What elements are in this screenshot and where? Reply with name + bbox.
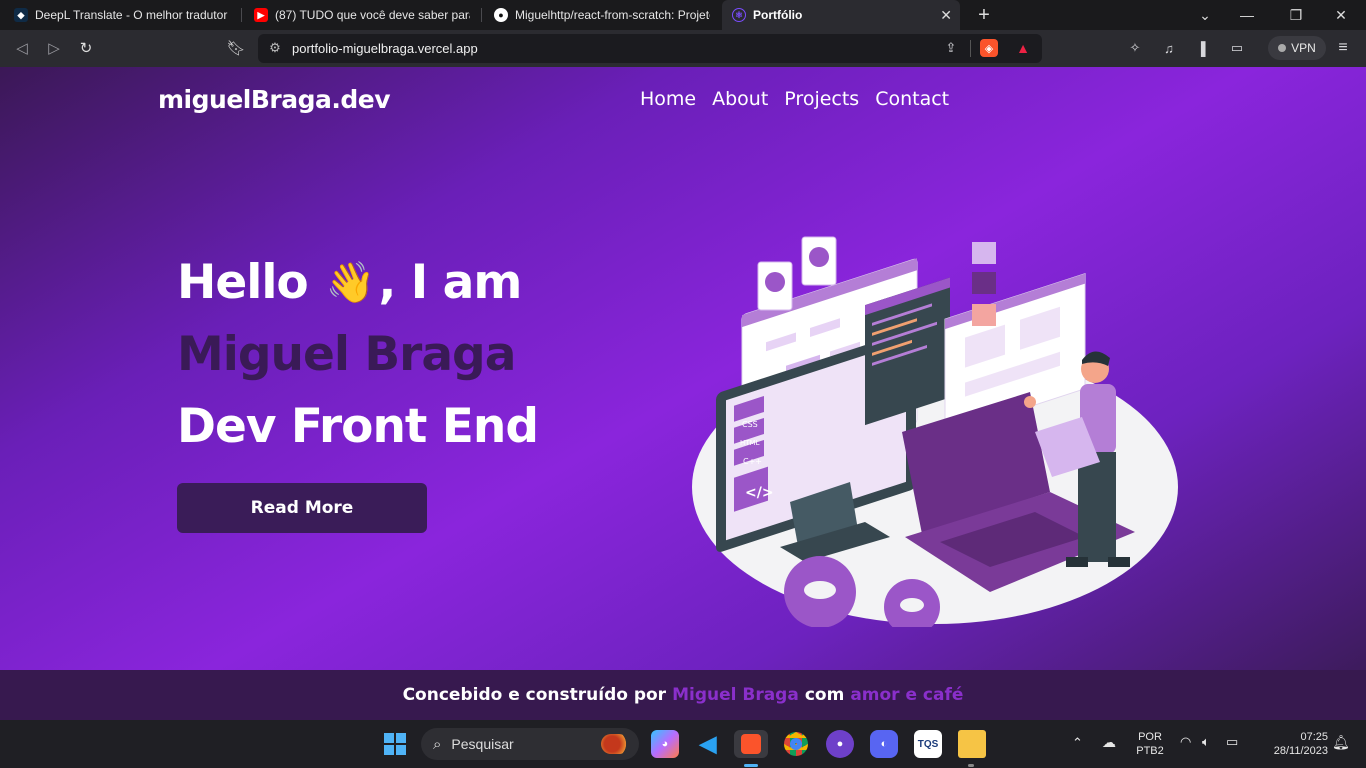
clock-time: 07:25	[1300, 731, 1328, 743]
tab-title: DeepL Translate - O melhor tradutor d	[35, 8, 230, 22]
divider	[970, 40, 971, 57]
address-bar[interactable]: ⚙ portfolio-miguelbraga.vercel.app ⇪ ◈ ▲	[258, 34, 1042, 63]
developer-illustration: CSS HTML C++ </>	[692, 236, 1178, 627]
search-icon: ⌕	[433, 735, 442, 753]
back-button[interactable]: ◁	[12, 38, 32, 58]
tqs-icon[interactable]: TQS	[914, 730, 942, 758]
html-label: HTML	[740, 439, 760, 447]
running-app-indicator	[968, 764, 974, 767]
wifi-icon[interactable]: ◠	[1180, 735, 1191, 749]
notification-bell-icon[interactable]: 🔔︎	[1332, 735, 1350, 749]
taskbar-search[interactable]: ⌕ Pesquisar	[421, 728, 639, 760]
clock[interactable]: 07:25 28/11/2023	[1254, 730, 1328, 758]
windows-start-icon[interactable]	[384, 733, 406, 755]
minimize-button[interactable]: —	[1238, 6, 1256, 24]
tab-portfolio[interactable]: ⚛ Portfólio ✕	[722, 0, 960, 30]
tqs-label: TQS	[917, 738, 939, 750]
i-am-text: , I am	[378, 255, 523, 310]
react-icon: ⚛	[732, 8, 746, 22]
site-logo[interactable]: miguelBraga.dev	[158, 85, 391, 114]
tab-separator	[241, 8, 242, 22]
browser-tab-bar: ◆ DeepL Translate - O melhor tradutor d …	[0, 0, 1366, 30]
extensions-icon[interactable]: ✧	[1126, 39, 1144, 57]
nav-home[interactable]: Home	[640, 88, 696, 110]
bookmark-icon[interactable]: 🔖︎	[226, 38, 246, 58]
vpn-button[interactable]: VPN	[1268, 36, 1326, 60]
footer-text-2: com	[804, 685, 845, 705]
language-code: POR	[1138, 731, 1162, 743]
site-settings-icon[interactable]: ⚙	[266, 39, 284, 57]
tab-list-chevron-icon[interactable]: ⌄	[1196, 6, 1214, 24]
clock-date: 28/11/2023	[1273, 745, 1328, 757]
tray-chevron-icon[interactable]: ⌃	[1072, 736, 1083, 750]
github-desktop-icon[interactable]: ●	[826, 730, 854, 758]
read-more-button[interactable]: Read More	[177, 483, 427, 533]
chrome-icon[interactable]	[782, 730, 810, 758]
nav-about[interactable]: About	[712, 88, 768, 110]
browser-toolbar: ◁ ▷ ↻ 🔖︎ ⚙ portfolio-miguelbraga.vercel.…	[0, 30, 1366, 67]
vscode-icon[interactable]: ◀	[694, 730, 722, 758]
tab-separator	[481, 8, 482, 22]
language-indicator[interactable]: POR PTB2	[1134, 730, 1166, 758]
code-label: </>	[745, 485, 774, 501]
tab-deepl[interactable]: ◆ DeepL Translate - O melhor tradutor d	[4, 0, 240, 30]
onedrive-icon[interactable]: ☁	[1102, 735, 1116, 749]
volume-icon[interactable]: 🔈︎	[1202, 735, 1210, 749]
nav-contact[interactable]: Contact	[875, 88, 949, 110]
search-highlight-icon	[601, 734, 629, 754]
battery-icon[interactable]: ▭	[1226, 735, 1238, 749]
hero-role: Dev Front End	[177, 399, 539, 454]
tab-title: Miguelhttp/react-from-scratch: Projeto	[515, 8, 710, 22]
tab-title: Portfólio	[753, 8, 803, 22]
waving-hand-icon: 👋	[325, 260, 376, 306]
github-icon: ●	[494, 8, 508, 22]
new-tab-button[interactable]: +	[974, 4, 994, 26]
reload-button[interactable]: ↻	[76, 38, 96, 58]
footer-text-1: Concebido e construído por	[402, 685, 667, 705]
discord-icon[interactable]: ◐	[870, 730, 898, 758]
search-placeholder: Pesquisar	[451, 736, 514, 752]
file-explorer-icon[interactable]	[958, 730, 986, 758]
css-label: CSS	[742, 420, 758, 429]
brave-icon[interactable]	[734, 730, 768, 758]
url-text[interactable]: portfolio-miguelbraga.vercel.app	[292, 41, 478, 56]
vpn-status-icon	[1278, 44, 1287, 52]
nav-projects[interactable]: Projects	[784, 88, 859, 110]
cpp-label: C++	[743, 457, 762, 466]
media-icon[interactable]: ♫	[1160, 39, 1178, 57]
tab-github[interactable]: ● Miguelhttp/react-from-scratch: Projeto	[484, 0, 720, 30]
youtube-icon: ▶	[254, 8, 268, 22]
deepl-icon: ◆	[14, 8, 28, 22]
vpn-label: VPN	[1291, 41, 1316, 55]
active-app-indicator	[744, 764, 758, 767]
sidebar-icon[interactable]: ▐	[1192, 39, 1210, 57]
brave-rewards-icon[interactable]: ▲	[1014, 39, 1032, 57]
footer-author-name[interactable]: Miguel Braga	[672, 685, 799, 705]
footer-love: amor e café	[850, 685, 964, 705]
share-icon[interactable]: ⇪	[942, 39, 960, 57]
portfolio-page: miguelBraga.dev Home About Projects Cont…	[0, 67, 1366, 670]
page-footer: Concebido e construído por Miguel Braga …	[0, 670, 1366, 720]
menu-icon[interactable]: ≡	[1334, 39, 1352, 57]
hero-greeting: Hello 👋 , I am	[177, 255, 523, 310]
forward-button[interactable]: ▷	[44, 38, 64, 58]
wallet-icon[interactable]: ▭	[1228, 39, 1246, 57]
hero-name: Miguel Braga	[177, 327, 516, 382]
tab-title: (87) TUDO que você deve saber para c	[275, 8, 470, 22]
hello-text: Hello	[177, 255, 309, 310]
close-tab-icon[interactable]: ✕	[940, 7, 952, 24]
close-window-button[interactable]: ✕	[1332, 6, 1350, 24]
keyboard-layout: PTB2	[1136, 745, 1164, 757]
main-nav: Home About Projects Contact	[640, 88, 949, 110]
tab-youtube[interactable]: ▶ (87) TUDO que você deve saber para c	[244, 0, 480, 30]
brave-shields-icon[interactable]: ◈	[980, 39, 998, 57]
windows-taskbar: ⌕ Pesquisar ◕ ◀ ● ◐ TQS ⌃ ☁ POR PTB2 ◠ 🔈…	[0, 720, 1366, 768]
copilot-icon[interactable]: ◕	[651, 730, 679, 758]
restore-button[interactable]: ❐	[1287, 6, 1305, 24]
